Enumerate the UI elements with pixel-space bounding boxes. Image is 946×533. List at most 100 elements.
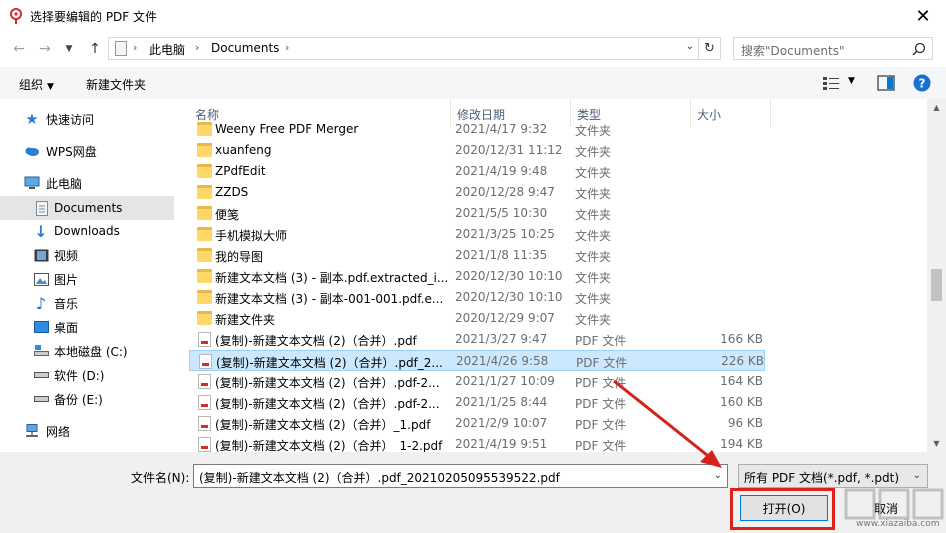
file-row[interactable]: (复制)-新建文本文档 (2)（合并）.pdf_2... 2021/4/26 9:…	[189, 350, 765, 371]
search-input[interactable]: 搜索"Documents"	[733, 37, 933, 60]
folder-icon	[197, 164, 212, 178]
file-row[interactable]: (复制)-新建文本文档 (2)（合并）.pdf 2021/3/27 9:47 PDF…	[189, 329, 765, 350]
view-dropdown-icon[interactable]: ▼	[848, 76, 855, 86]
pdf-file-icon	[198, 332, 211, 347]
address-dropdown-icon[interactable]: ⌄	[686, 41, 694, 52]
file-size: 164 KB	[720, 374, 763, 388]
document-icon	[34, 200, 50, 216]
nav-label: 软件 (D:)	[54, 368, 105, 383]
scrollbar-thumb[interactable]	[931, 269, 942, 301]
scroll-down-icon[interactable]: ▼	[927, 435, 946, 452]
breadcrumb-chevron-icon[interactable]: ›	[195, 41, 199, 54]
file-size: 96 KB	[727, 416, 763, 430]
nav-item-drive-c[interactable]: 本地磁盘 (C:)	[0, 339, 174, 363]
nav-item-drive-d[interactable]: 软件 (D:)	[0, 363, 174, 387]
breadcrumb-chevron-icon[interactable]: ›	[285, 41, 289, 54]
file-row[interactable]: (复制)-新建文本文档 (2)（合并）_1-2.pdf 2021/4/19 9:5…	[189, 434, 765, 452]
star-icon: ★	[25, 110, 39, 128]
file-row[interactable]: ZPdfEdit 2021/4/19 9:48 文件夹	[189, 161, 765, 182]
preview-pane-icon[interactable]	[877, 75, 895, 91]
network-icon	[24, 423, 40, 439]
annotation-highlight-box	[730, 488, 835, 530]
file-row[interactable]: (复制)-新建文本文档 (2)（合并）.pdf-2... 2021/1/27 10…	[189, 371, 765, 392]
file-type: 文件夹	[575, 313, 612, 327]
file-row[interactable]: Weeny Free PDF Merger 2021/4/17 9:32 文件夹	[189, 119, 765, 140]
file-type: PDF 文件	[575, 418, 627, 432]
file-row[interactable]: 新建文本文档 (3) - 副本-001-001.pdf.e... 2020/12/…	[189, 287, 765, 308]
breadcrumb-chevron-icon[interactable]: ›	[133, 41, 137, 54]
nav-item-music[interactable]: ♪ 音乐	[0, 291, 174, 315]
nav-item-quick-access[interactable]: ★ 快速访问	[0, 107, 174, 131]
file-modified-date: 2021/3/25 10:25	[455, 227, 555, 241]
nav-item-drive-e[interactable]: 备份 (E:)	[0, 387, 174, 411]
file-modified-date: 2021/5/5 10:30	[455, 206, 548, 220]
window-title: 选择要编辑的 PDF 文件	[30, 10, 158, 24]
vertical-scrollbar[interactable]: ▲ ▼	[927, 99, 946, 452]
file-type: PDF 文件	[575, 439, 627, 452]
nav-label: 快速访问	[46, 112, 95, 127]
folder-icon	[197, 290, 212, 304]
computer-icon	[24, 175, 40, 191]
organize-menu[interactable]: 组织 ▼	[19, 76, 54, 93]
refresh-icon[interactable]: ↻	[698, 38, 720, 59]
view-options-icon[interactable]	[822, 75, 840, 91]
file-row[interactable]: 便笺 2021/5/5 10:30 文件夹	[189, 203, 765, 224]
recent-locations-chevron-icon[interactable]: ▼	[60, 40, 78, 58]
new-folder-button[interactable]: 新建文件夹	[86, 76, 146, 93]
nav-item-this-pc[interactable]: 此电脑	[0, 171, 174, 195]
nav-label: 视频	[54, 248, 79, 263]
nav-item-wps-cloud[interactable]: WPS网盘	[0, 139, 174, 163]
breadcrumb-documents[interactable]: Documents	[211, 41, 279, 55]
nav-label: 本地磁盘 (C:)	[54, 344, 128, 359]
file-row[interactable]: (复制)-新建文本文档 (2)（合并）_1.pdf 2021/2/9 10:07 P…	[189, 413, 765, 434]
title-bar: 选择要编辑的 PDF 文件 ✕	[0, 0, 946, 32]
file-name: 手机模拟大师	[215, 229, 288, 243]
file-type: PDF 文件	[575, 376, 627, 390]
file-row[interactable]: 新建文件夹 2020/12/29 9:07 文件夹	[189, 308, 765, 329]
nav-label: 音乐	[54, 296, 79, 311]
file-row[interactable]: (复制)-新建文本文档 (2)（合并）.pdf-2... 2021/1/25 8:…	[189, 392, 765, 413]
file-row[interactable]: 新建文本文档 (3) - 副本.pdf.extracted_i... 2020/1…	[189, 266, 765, 287]
nav-item-pictures[interactable]: 图片	[0, 267, 174, 291]
cloud-icon	[24, 143, 40, 159]
filename-input[interactable]: (复制)-新建文本文档 (2)（合并）.pdf_2021020509553952…	[193, 464, 728, 488]
nav-label: WPS网盘	[46, 144, 97, 159]
file-name: (复制)-新建文本文档 (2)（合并）_1.pdf	[215, 418, 431, 432]
address-bar[interactable]: › 此电脑 › Documents › ⌄ ↻	[108, 37, 721, 60]
nav-item-downloads[interactable]: ↓ Downloads	[0, 219, 174, 243]
file-modified-date: 2021/4/19 9:51	[455, 437, 548, 451]
nav-item-videos[interactable]: 视频	[0, 243, 174, 267]
scroll-up-icon[interactable]: ▲	[927, 99, 946, 116]
pdf-file-icon	[198, 395, 211, 410]
nav-item-network[interactable]: 网络	[0, 419, 174, 443]
up-arrow-icon[interactable]: ↑	[86, 40, 104, 58]
file-modified-date: 2021/1/8 11:35	[455, 248, 548, 262]
breadcrumb-this-pc[interactable]: 此电脑	[149, 41, 185, 58]
file-row[interactable]: ZZDS 2020/12/28 9:47 文件夹	[189, 182, 765, 203]
file-size: 194 KB	[720, 437, 763, 451]
folder-icon	[197, 122, 212, 136]
forward-arrow-icon[interactable]: →	[36, 40, 54, 58]
filename-value: (复制)-新建文本文档 (2)（合并）.pdf_2021020509553952…	[199, 471, 560, 485]
back-arrow-icon[interactable]: ←	[10, 40, 28, 58]
filename-dropdown-icon[interactable]: ⌄	[714, 470, 722, 481]
file-row[interactable]: 手机模拟大师 2021/3/25 10:25 文件夹	[189, 224, 765, 245]
file-type: 文件夹	[575, 292, 612, 306]
nav-item-desktop[interactable]: 桌面	[0, 315, 174, 339]
file-name: 我的导图	[215, 250, 264, 264]
download-icon: ↓	[34, 221, 48, 241]
folder-icon	[197, 311, 212, 325]
search-icon[interactable]	[912, 42, 926, 56]
file-size: 226 KB	[721, 354, 764, 368]
file-name: xuanfeng	[215, 143, 272, 157]
video-icon	[33, 247, 49, 263]
close-button[interactable]: ✕	[900, 0, 946, 32]
file-modified-date: 2021/4/19 9:48	[455, 164, 548, 178]
nav-label: 备份 (E:)	[54, 392, 103, 407]
help-icon[interactable]: ?	[913, 74, 931, 92]
file-row[interactable]: xuanfeng 2020/12/31 11:12 文件夹	[189, 140, 765, 161]
nav-item-documents[interactable]: Documents	[0, 196, 174, 220]
file-type: 文件夹	[575, 271, 612, 285]
nav-label: 网络	[46, 424, 71, 439]
file-row[interactable]: 我的导图 2021/1/8 11:35 文件夹	[189, 245, 765, 266]
